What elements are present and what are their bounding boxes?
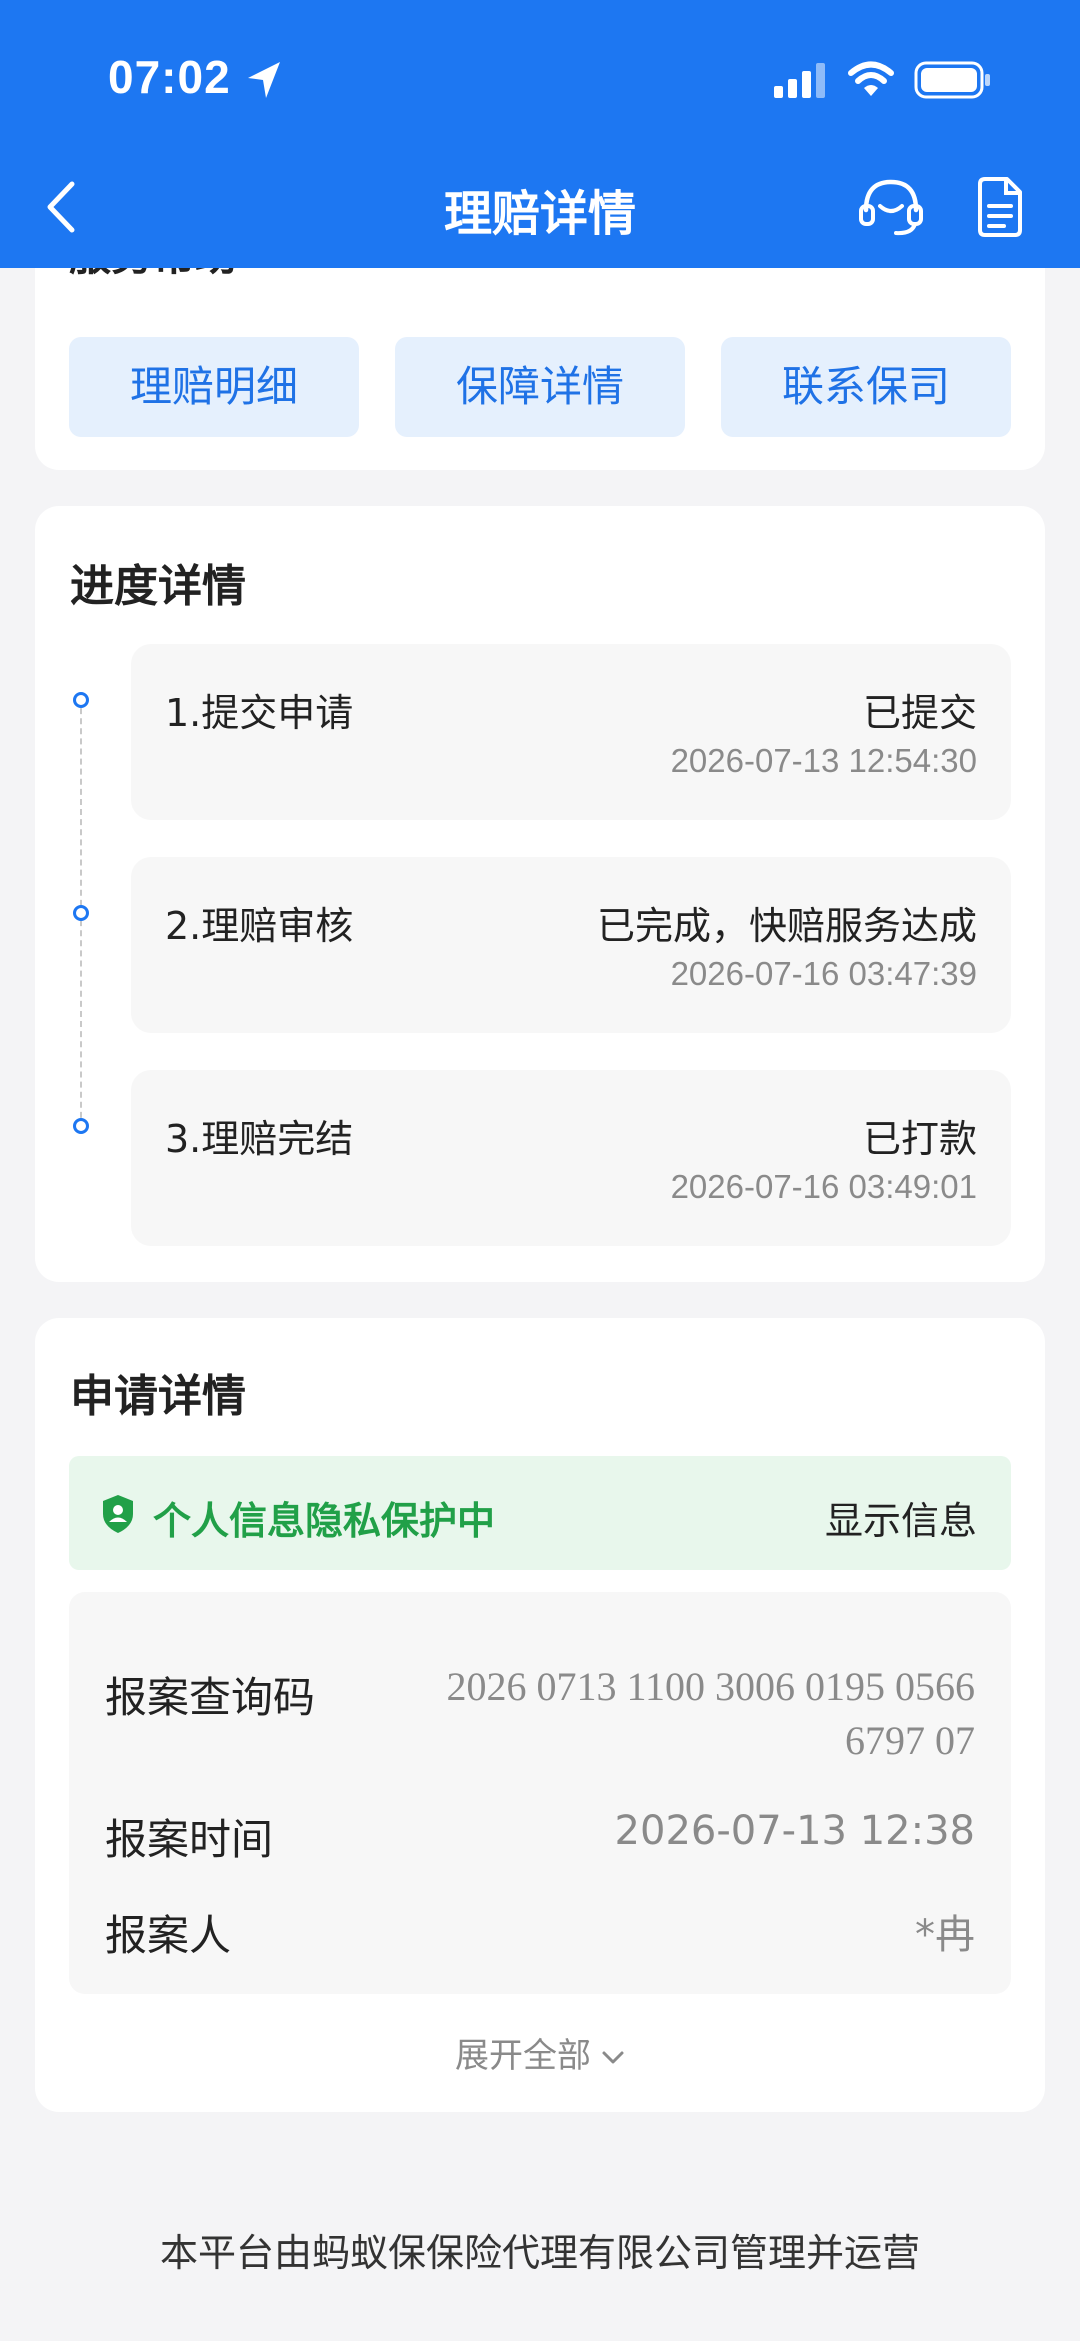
show-info-link[interactable]: 显示信息 [825, 1490, 977, 1545]
chevron-down-icon [602, 2051, 624, 2063]
step-status: 已提交 [862, 691, 977, 735]
wifi-icon [848, 61, 894, 96]
step-name: 1.提交申请 [165, 691, 354, 735]
report-info-box: 报案查询码 2026 0713 1100 3006 0195 0566 6797… [69, 1592, 1011, 1994]
timeline-dot [73, 905, 89, 921]
field-label: 报案时间 [105, 1815, 274, 1864]
timeline-dot [73, 692, 89, 708]
progress-step: 1.提交申请 已提交 2026-07-13 12:54:30 [131, 644, 1011, 820]
step-name: 2.理赔审核 [165, 904, 354, 948]
shield-user-icon [103, 1495, 133, 1533]
signal-icon [774, 63, 825, 98]
step-status: 已打款 [862, 1117, 977, 1161]
top-bar: 07:02 理赔详情 [0, 0, 1080, 268]
customer-service-icon[interactable] [858, 176, 924, 238]
application-title: 申请详情 [70, 1371, 246, 1422]
field-label: 报案人 [105, 1911, 232, 1960]
contact-insurer-button[interactable]: 联系保司 [721, 337, 1011, 437]
status-time: 07:02 [108, 51, 231, 103]
location-arrow-icon [248, 62, 280, 98]
step-time: 2026-07-13 12:54:30 [670, 742, 977, 779]
progress-step: 3.理赔完结 已打款 2026-07-16 03:49:01 [131, 1070, 1011, 1246]
progress-card: 进度详情 1.提交申请 已提交 2026-07-13 12:54:30 2.理赔… [35, 506, 1045, 1282]
report-query-code: 2026 0713 1100 3006 0195 0566 6797 07 [446, 1664, 975, 1763]
privacy-status-text: 个人信息隐私保护中 [153, 1499, 496, 1543]
progress-title: 进度详情 [70, 561, 246, 612]
coverage-details-button[interactable]: 保障详情 [395, 337, 685, 437]
privacy-banner: 个人信息隐私保护中 显示信息 [69, 1456, 1011, 1570]
report-time: 2026-07-13 12:38 [614, 1808, 975, 1854]
timeline-dot [73, 1118, 89, 1134]
claim-details-button[interactable]: 理赔明细 [69, 337, 359, 437]
step-time: 2026-07-16 03:49:01 [670, 1168, 977, 1205]
footer-text: 本平台由蚂蚁保保险代理有限公司管理并运营 [159, 2231, 920, 2275]
step-time: 2026-07-16 03:47:39 [670, 955, 977, 992]
expand-all-label: 展开全部 [455, 2036, 591, 2076]
battery-icon [914, 61, 990, 99]
step-name: 3.理赔完结 [165, 1117, 354, 1161]
reporter-name: *冉 [915, 1912, 975, 1958]
expand-all-button[interactable]: 展开全部 [35, 2028, 1045, 2077]
document-icon[interactable] [974, 176, 1026, 238]
field-label: 报案查询码 [105, 1673, 316, 1722]
step-status: 已完成，快赔服务达成 [596, 904, 977, 948]
progress-step: 2.理赔审核 已完成，快赔服务达成 2026-07-16 03:47:39 [131, 857, 1011, 1033]
application-card: 申请详情 个人信息隐私保护中 显示信息 报案查询码 2026 0713 1100… [35, 1318, 1045, 2112]
